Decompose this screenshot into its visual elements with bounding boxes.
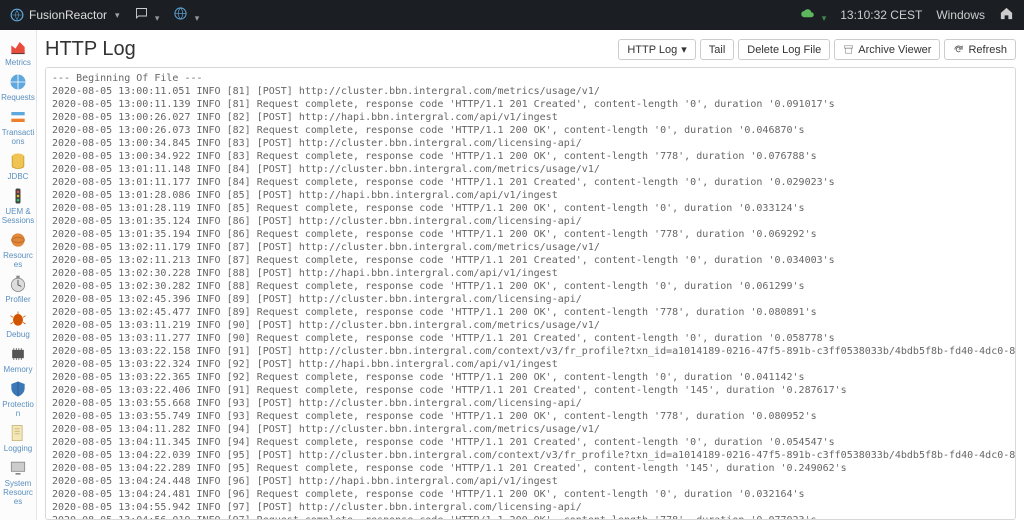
os-label[interactable]: Windows — [936, 8, 985, 22]
sidebar-item-protection[interactable]: Protection — [0, 376, 36, 420]
sidebar-item-label: Resources — [0, 251, 36, 269]
page-header: HTTP Log HTTP Log▾ Tail Delete Log File … — [45, 34, 1016, 67]
sidebar-item-label: JDBC — [0, 172, 36, 181]
sidebar-item-jdbc[interactable]: JDBC — [0, 148, 36, 183]
home-icon[interactable] — [999, 6, 1014, 24]
sidebar-item-label: Protection — [0, 400, 36, 418]
refresh-icon — [953, 44, 964, 55]
sidebar-item-label: UEM & Sessions — [0, 207, 36, 225]
sidebar-item-label: System Resources — [0, 479, 36, 506]
sidebar-item-profiler[interactable]: Profiler — [0, 271, 36, 306]
archive-icon — [843, 44, 854, 55]
content-area: HTTP Log HTTP Log▾ Tail Delete Log File … — [37, 30, 1024, 520]
chat-icon — [134, 6, 149, 21]
log-select-dropdown[interactable]: HTTP Log▾ — [618, 39, 695, 60]
sidebar-item-transactions[interactable]: Transactions — [0, 104, 36, 148]
logo-icon — [10, 8, 24, 22]
tail-button[interactable]: Tail — [700, 39, 735, 60]
globe-icon — [173, 6, 188, 21]
globe-menu[interactable]: ▾ — [173, 6, 199, 24]
sidebar-item-label: Debug — [0, 330, 36, 339]
sidebar-item-label: Metrics — [0, 58, 36, 67]
log-text: --- Beginning Of File --- 2020-08-05 13:… — [46, 68, 1015, 520]
cloud-status-icon[interactable]: ▾ — [800, 6, 826, 24]
log-viewer[interactable]: --- Beginning Of File --- 2020-08-05 13:… — [45, 67, 1016, 520]
sidebar-item-uem-sessions[interactable]: UEM & Sessions — [0, 183, 36, 227]
chat-menu[interactable]: ▾ — [134, 6, 160, 24]
sidebar-item-label: Requests — [0, 93, 36, 102]
sidebar-item-label: Memory — [0, 365, 36, 374]
clock-text: 13:10:32 CEST — [840, 8, 922, 22]
sidebar-item-logging[interactable]: Logging — [0, 420, 36, 455]
refresh-button[interactable]: Refresh — [944, 39, 1016, 60]
sidebar-item-metrics[interactable]: Metrics — [0, 34, 36, 69]
caret-down-icon: ▾ — [195, 13, 200, 23]
topbar: FusionReactor ▾ ▾ ▾ ▾ 13:10:32 CEST Wind… — [0, 0, 1024, 30]
sidebar-item-label: Transactions — [0, 128, 36, 146]
sidebar: Metrics Requests Transactions JDBC UEM & Ses… — [0, 30, 37, 520]
delete-log-button[interactable]: Delete Log File — [738, 39, 830, 60]
caret-down-icon: ▾ — [155, 13, 160, 23]
sidebar-item-resources[interactable]: Resources — [0, 227, 36, 271]
sidebar-item-system-resources[interactable]: System Resources — [0, 455, 36, 508]
sidebar-item-label: Profiler — [0, 295, 36, 304]
brand-menu[interactable]: FusionReactor ▾ — [10, 8, 120, 22]
sidebar-item-memory[interactable]: Memory — [0, 341, 36, 376]
page-title: HTTP Log — [45, 38, 136, 61]
archive-viewer-button[interactable]: Archive Viewer — [834, 39, 940, 60]
caret-down-icon: ▾ — [822, 13, 827, 23]
sidebar-item-requests[interactable]: Requests — [0, 69, 36, 104]
caret-down-icon: ▾ — [115, 10, 120, 21]
brand-label: FusionReactor — [29, 8, 107, 22]
sidebar-item-debug[interactable]: Debug — [0, 306, 36, 341]
sidebar-item-label: Logging — [0, 444, 36, 453]
